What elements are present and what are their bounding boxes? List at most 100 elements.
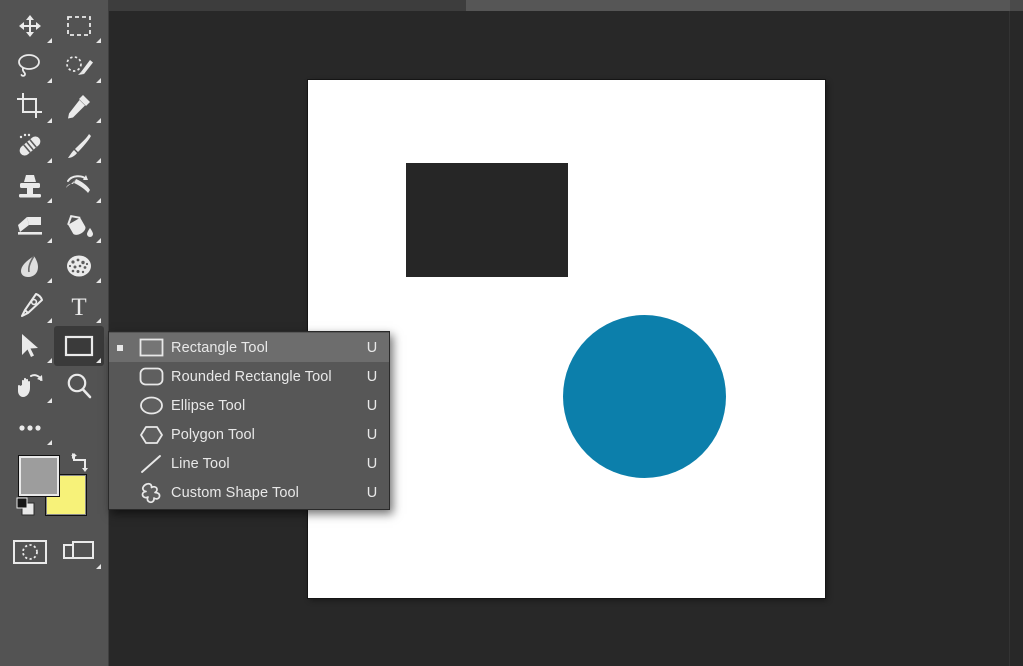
path-selection-flyout-arrow — [47, 358, 52, 363]
brush-icon — [68, 134, 91, 158]
history-brush-icon — [66, 175, 90, 193]
pen-tool-flyout-arrow — [47, 318, 52, 323]
ellipse-icon — [131, 396, 171, 415]
ellipsis-icon — [19, 425, 41, 431]
options-bar-right-edge — [1010, 0, 1023, 11]
path-selection-tool[interactable] — [5, 326, 55, 366]
quick-mask-icon — [13, 540, 47, 564]
spot-healing-brush-tool[interactable] — [5, 126, 55, 166]
rectangle-shape-layer[interactable] — [406, 163, 568, 277]
sponge-icon — [67, 255, 91, 277]
menu-item-label: Line Tool — [171, 455, 230, 472]
foreground-color-swatch[interactable] — [18, 455, 60, 497]
default-colors-icon — [16, 497, 35, 516]
blur-icon — [21, 255, 38, 277]
marquee-tool-flyout-arrow — [96, 38, 101, 43]
menu-item-shortcut: U — [366, 426, 378, 443]
pen-icon — [21, 293, 43, 317]
menu-item-polygon-tool[interactable]: Polygon Tool U — [109, 420, 389, 449]
menu-item-ellipse-tool[interactable]: Ellipse Tool U — [109, 391, 389, 420]
history-brush-tool[interactable] — [54, 166, 104, 206]
brush-tool-flyout-arrow — [96, 158, 101, 163]
blur-tool[interactable] — [5, 246, 55, 286]
hand-tool[interactable] — [5, 366, 55, 406]
edit-toolbar-flyout-arrow — [47, 440, 52, 445]
paint-bucket-flyout-arrow — [96, 238, 101, 243]
edit-toolbar-button[interactable] — [5, 408, 55, 448]
eyedropper-tool-flyout-arrow — [96, 118, 101, 123]
rectangle-icon — [131, 338, 171, 357]
gradient-tool[interactable] — [54, 206, 104, 246]
menu-item-shortcut: U — [366, 484, 378, 501]
menu-item-label: Polygon Tool — [171, 426, 255, 443]
type-tool[interactable]: T — [54, 286, 104, 326]
paint-bucket-icon — [67, 214, 93, 237]
rectangle-tool-flyout-arrow — [96, 358, 101, 363]
sponge-tool-flyout-arrow — [96, 278, 101, 283]
move-icon — [19, 15, 41, 37]
shape-tool-flyout[interactable]: Rectangle Tool U Rounded Rectangle Tool … — [108, 331, 390, 510]
screen-mode-flyout-arrow — [96, 564, 101, 569]
clone-stamp-icon — [19, 175, 41, 198]
dodge-tool[interactable] — [54, 246, 104, 286]
type-icon: T — [71, 294, 86, 319]
quick-selection-tool[interactable] — [54, 46, 104, 86]
hand-icon — [18, 374, 43, 397]
healing-brush-icon — [19, 133, 41, 156]
blur-tool-flyout-arrow — [47, 278, 52, 283]
menu-item-line-tool[interactable]: Line Tool U — [109, 449, 389, 478]
eraser-tool[interactable] — [5, 206, 55, 246]
swap-arrows-icon — [71, 453, 88, 472]
quick-mask-button[interactable] — [5, 532, 55, 572]
menu-item-label: Ellipse Tool — [171, 397, 246, 414]
selected-bullet — [109, 344, 131, 351]
lasso-tool-flyout-arrow — [47, 78, 52, 83]
eyedropper-tool[interactable] — [54, 86, 104, 126]
rounded-rectangle-icon — [131, 367, 171, 386]
zoom-tool[interactable] — [54, 366, 104, 406]
history-brush-flyout-arrow — [96, 198, 101, 203]
pen-tool[interactable] — [5, 286, 55, 326]
move-tool[interactable] — [5, 6, 55, 46]
lasso-tool[interactable] — [5, 46, 55, 86]
crop-tool[interactable] — [5, 86, 55, 126]
options-bar[interactable] — [0, 0, 1023, 11]
options-segment-right[interactable] — [861, 0, 1011, 11]
menu-item-custom-shape-tool[interactable]: Custom Shape Tool U — [109, 478, 389, 507]
menu-item-label: Rounded Rectangle Tool — [171, 368, 332, 385]
rectangle-tool[interactable] — [54, 326, 104, 366]
ellipse-shape-layer[interactable] — [563, 315, 726, 478]
hand-tool-flyout-arrow — [47, 398, 52, 403]
clone-stamp-flyout-arrow — [47, 198, 52, 203]
eyedropper-icon — [68, 95, 90, 119]
healing-tool-flyout-arrow — [47, 158, 52, 163]
default-colors-button[interactable] — [16, 497, 36, 522]
menu-item-shortcut: U — [366, 368, 378, 385]
path-selection-icon — [22, 334, 38, 357]
eraser-icon — [18, 217, 42, 235]
rectangle-icon — [64, 335, 94, 357]
move-tool-flyout-arrow — [47, 38, 52, 43]
photoshop-window: T Rectangle Tool U Rounded Rectangle Too… — [0, 0, 1023, 666]
screen-mode-icon — [63, 541, 94, 559]
menu-item-shortcut: U — [366, 455, 378, 472]
brush-tool[interactable] — [54, 126, 104, 166]
tools-panel[interactable]: T — [0, 0, 109, 666]
quick-selection-icon — [66, 56, 93, 75]
menu-item-rounded-rectangle-tool[interactable]: Rounded Rectangle Tool U — [109, 362, 389, 391]
options-segment-left[interactable] — [108, 0, 467, 11]
screen-mode-button[interactable] — [54, 532, 104, 572]
quick-selection-tool-flyout-arrow — [96, 78, 101, 83]
marquee-icon — [67, 16, 91, 36]
crop-icon — [17, 93, 42, 118]
menu-item-shortcut: U — [366, 339, 378, 356]
options-segment-mid[interactable] — [466, 0, 862, 11]
rectangular-marquee-tool[interactable] — [54, 6, 104, 46]
custom-shape-icon — [131, 482, 171, 504]
menu-item-label: Rectangle Tool — [171, 339, 269, 356]
clone-stamp-tool[interactable] — [5, 166, 55, 206]
menu-item-rectangle-tool[interactable]: Rectangle Tool U — [109, 333, 389, 362]
type-tool-flyout-arrow — [96, 318, 101, 323]
right-panel-sliver — [1009, 11, 1023, 666]
zoom-icon — [67, 373, 92, 399]
